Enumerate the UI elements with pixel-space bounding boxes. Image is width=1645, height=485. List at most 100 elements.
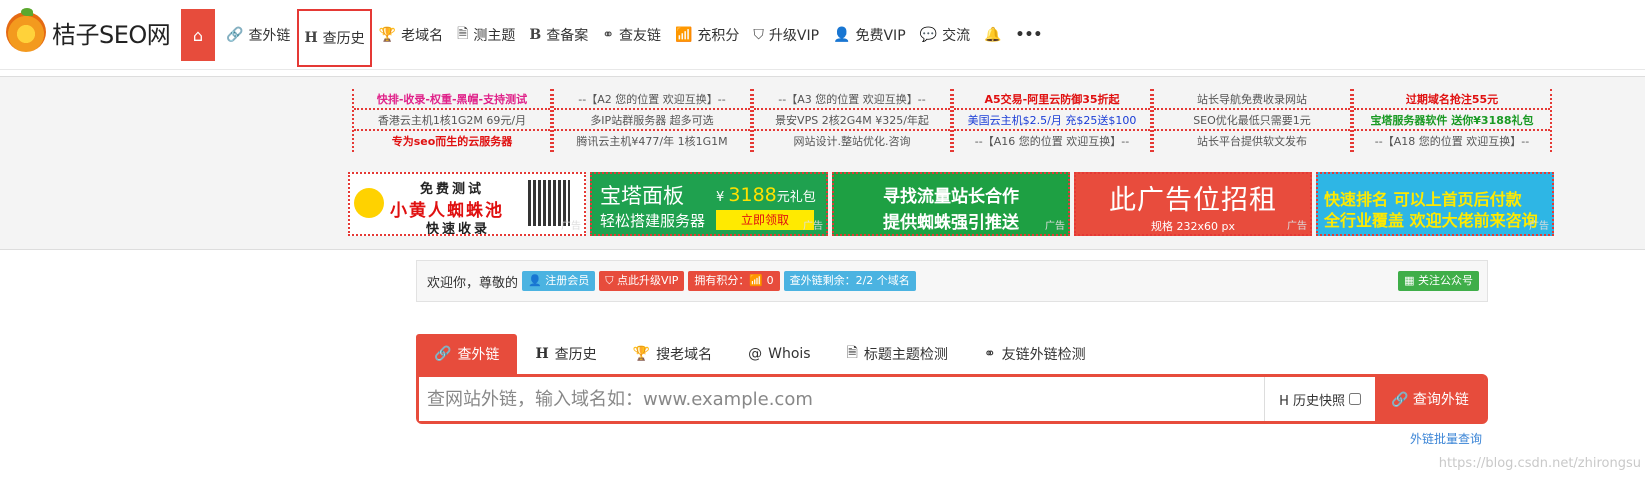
points-badge: 拥有积分：📶 0 bbox=[688, 271, 780, 291]
upgrade-vip-button[interactable]: ⛉ 点此升级VIP bbox=[599, 271, 685, 291]
price-unit: 元礼包 bbox=[776, 190, 816, 205]
text-ad[interactable]: --【A18 您的位置 欢迎互换】-- bbox=[1354, 131, 1550, 152]
banner-fast-ranking[interactable]: 快速排名 可以上首页后付款 全行业覆盖 欢迎大佬前来咨询 广告 bbox=[1316, 172, 1554, 236]
text-ad-column: --【A3 您的位置 欢迎互换】-- 景安VPS 2核2G4M ¥325/年起 … bbox=[752, 89, 952, 152]
trophy-icon: 🏆 bbox=[632, 346, 651, 362]
tab-check-backlinks[interactable]: 🔗 查外链 bbox=[416, 334, 518, 374]
nav-check-backlinks[interactable]: 🔗 查外链 bbox=[219, 9, 297, 61]
trophy-icon: 🏆 bbox=[378, 27, 397, 43]
nav-label: 查外链 bbox=[248, 28, 291, 44]
text-ad[interactable]: 景安VPS 2核2G4M ¥325/年起 bbox=[754, 110, 950, 131]
text-ad-column: 站长导航免费收录网站 SEO优化最低只需要1元 站长平台提供软文发布 bbox=[1152, 89, 1352, 152]
nav-label: 查友链 bbox=[618, 28, 661, 44]
history-icon: H bbox=[304, 30, 318, 46]
register-member-button[interactable]: 👤 注册会员 bbox=[522, 271, 596, 291]
banner-line: 轻松搭建服务器 bbox=[600, 212, 706, 230]
ad-tag: 广告 bbox=[803, 221, 823, 232]
price-value: 3188 bbox=[728, 184, 777, 206]
tab-label: 标题主题检测 bbox=[863, 347, 948, 363]
tab-title-topic-check[interactable]: 🗎 标题主题检测 bbox=[829, 334, 966, 374]
tab-check-history[interactable]: H 查历史 bbox=[517, 334, 614, 374]
nav-old-domains[interactable]: 🏆 老域名 bbox=[372, 9, 450, 61]
document-icon: 🗎 bbox=[457, 26, 469, 42]
text-ad[interactable]: 站长平台提供软文发布 bbox=[1154, 131, 1350, 152]
notification-bell[interactable]: 🔔 bbox=[977, 9, 1008, 61]
ad-tag: 广告 bbox=[1045, 221, 1065, 232]
text-ad[interactable]: 美国云主机$2.5/月 充$25送$100 bbox=[954, 110, 1150, 131]
text-ad[interactable]: --【A3 您的位置 欢迎互换】-- bbox=[754, 89, 950, 110]
nav-check-friendlinks[interactable]: ⚭ 查友链 bbox=[595, 9, 668, 61]
orange-logo-icon bbox=[6, 8, 46, 52]
nav-home[interactable]: ⌂ bbox=[181, 9, 215, 61]
nav-check-history[interactable]: H 查历史 bbox=[297, 9, 372, 67]
search-box: H 历史快照 🔗 查询外链 bbox=[416, 374, 1488, 424]
banner-line: 提供蜘蛛强引推送 bbox=[883, 213, 1019, 233]
tab-friendlink-check[interactable]: ⚭ 友链外链检测 bbox=[966, 334, 1104, 374]
text-ad[interactable]: 专为seo而生的云服务器 bbox=[354, 131, 550, 152]
more-menu[interactable]: ••• bbox=[1009, 9, 1050, 61]
search-tabs: 🔗 查外链 H 查历史 🏆 搜老域名 @ Whois 🗎 标题主题检测 ⚭ 友链外链检测 bbox=[416, 334, 1488, 374]
tab-label: Whois bbox=[768, 346, 811, 362]
text-ad[interactable]: 站长导航免费收录网站 bbox=[1154, 89, 1350, 110]
nav-check-icp[interactable]: B 查备案 bbox=[522, 9, 595, 61]
text-ad[interactable]: 网站设计.整站优化.咨询 bbox=[754, 131, 950, 152]
batch-backlink-query-link[interactable]: 外链批量查询 bbox=[1410, 430, 1482, 447]
top-navbar: 桔子SEO网 ⌂ 🔗 查外链 H 查历史 🏆 老域名 🗎 测主题 B 查备案 ⚭ 查友链 📶… bbox=[0, 0, 1645, 70]
ad-tag: 广告 bbox=[1287, 221, 1307, 232]
banner-spider-pool[interactable]: 免费测试 小黄人蜘蛛池 快速收录 广告 bbox=[348, 172, 586, 236]
text-ad[interactable]: 香港云主机1核1G2M 69元/月 bbox=[354, 110, 550, 131]
site-logo[interactable]: 桔子SEO网 bbox=[6, 8, 171, 52]
user-icon: 👤 bbox=[833, 27, 851, 43]
claim-now-button[interactable]: 立即领取 bbox=[716, 210, 814, 230]
tab-label: 查外链 bbox=[457, 347, 500, 363]
tab-label: 友链外链检测 bbox=[1001, 347, 1086, 363]
remaining-quota-badge: 查外链剩余：2/2 个域名 bbox=[783, 271, 916, 291]
banner-baota-panel[interactable]: 宝塔面板 ¥ 3188元礼包 轻松搭建服务器 立即领取 广告 bbox=[590, 172, 828, 236]
history-icon: H bbox=[535, 346, 549, 362]
banner-line: 规格 232x60 px bbox=[1151, 220, 1235, 233]
nav-recharge-points[interactable]: 📶 充积分 bbox=[668, 9, 746, 61]
text-ad[interactable]: 多IP站群服务器 超多可选 bbox=[554, 110, 750, 131]
text-ad[interactable]: --【A2 您的位置 欢迎互换】-- bbox=[554, 89, 750, 110]
text-ad[interactable]: 快排-收录-权重-黑帽-支持测试 bbox=[354, 89, 550, 110]
nav-label: 测主题 bbox=[473, 28, 516, 44]
text-ad[interactable]: SEO优化最低只需要1元 bbox=[1154, 110, 1350, 131]
watermark: https://blog.csdn.net/zhirongsu bbox=[1438, 456, 1641, 471]
text-ad[interactable]: 腾讯云主机¥477/年 1核1G1M bbox=[554, 131, 750, 152]
nav-label: 交流 bbox=[942, 28, 971, 44]
text-ad-column: A5交易-阿里云防御35折起 美国云主机$2.5/月 充$25送$100 --【… bbox=[952, 89, 1152, 152]
nav-free-vip[interactable]: 👤 免费VIP bbox=[826, 9, 913, 61]
at-icon: @ bbox=[748, 346, 763, 362]
query-backlinks-button[interactable]: 🔗 查询外链 bbox=[1375, 375, 1485, 423]
nav-label: 充积分 bbox=[697, 28, 740, 44]
tab-label: 搜老域名 bbox=[656, 347, 713, 363]
text-ad[interactable]: 过期域名抢注55元 bbox=[1354, 89, 1550, 110]
text-ad[interactable]: A5交易-阿里云防御35折起 bbox=[954, 89, 1150, 110]
home-icon: ⌂ bbox=[192, 25, 204, 45]
banner-line: 快速收录 bbox=[426, 222, 491, 236]
text-ad-column: --【A2 您的位置 欢迎互换】-- 多IP站群服务器 超多可选 腾讯云主机¥4… bbox=[552, 89, 752, 152]
banner-traffic-partner[interactable]: 寻找流量站长合作 提供蜘蛛强引推送 广告 bbox=[832, 172, 1070, 236]
more-icon: ••• bbox=[1015, 27, 1043, 43]
minion-image bbox=[354, 188, 384, 218]
banner-line: 宝塔面板 bbox=[600, 184, 684, 208]
banner-ad-for-rent[interactable]: 此广告位招租 规格 232x60 px 广告 bbox=[1074, 172, 1312, 236]
text-ad[interactable]: 宝塔服务器软件 送你¥3188礼包 bbox=[1354, 110, 1550, 131]
crown-icon: ⛉ bbox=[753, 27, 764, 43]
tab-old-domains[interactable]: 🏆 搜老域名 bbox=[615, 334, 730, 374]
nav-test-topic[interactable]: 🗎 测主题 bbox=[450, 9, 522, 61]
nav-upgrade-vip[interactable]: ⛉ 升级VIP bbox=[746, 9, 826, 61]
b-icon: B bbox=[529, 27, 542, 43]
friendlink-icon: ⚭ bbox=[983, 346, 996, 362]
follow-wechat-button[interactable]: ▦ 关注公众号 bbox=[1398, 271, 1479, 291]
search-panel: 🔗 查外链 H 查历史 🏆 搜老域名 @ Whois 🗎 标题主题检测 ⚭ 友链外链检测 H… bbox=[416, 334, 1488, 446]
document-icon: 🗎 bbox=[846, 345, 858, 361]
history-snapshot-option[interactable]: H 历史快照 bbox=[1264, 377, 1375, 421]
domain-search-input[interactable] bbox=[419, 377, 1265, 421]
tab-whois[interactable]: @ Whois bbox=[730, 334, 828, 374]
text-ad[interactable]: --【A16 您的位置 欢迎互换】-- bbox=[954, 131, 1150, 152]
link-icon: 🔗 bbox=[434, 346, 452, 362]
nav-label: 查历史 bbox=[322, 31, 365, 47]
nav-exchange[interactable]: 💬 交流 bbox=[913, 9, 977, 61]
history-snapshot-checkbox[interactable] bbox=[1349, 393, 1361, 405]
